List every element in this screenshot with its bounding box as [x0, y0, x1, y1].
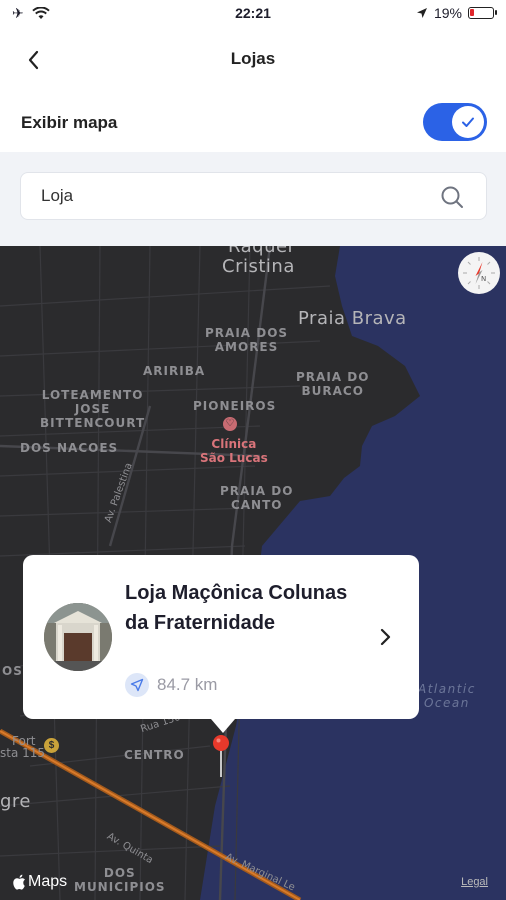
- location-arrow-icon: [416, 8, 427, 18]
- map-label-clinica: Clínica São Lucas: [200, 437, 268, 465]
- store-name: Loja Maçônica Colunas da Fraternidade: [125, 582, 348, 634]
- apple-icon: [13, 874, 25, 890]
- apple-maps-text: Maps: [28, 873, 68, 890]
- toggle-knob: [452, 106, 484, 138]
- compass-button[interactable]: N: [458, 252, 500, 294]
- store-callout-card[interactable]: Loja Maçônica Colunas da Fraternidade 84…: [23, 555, 419, 733]
- store-thumbnail: [44, 603, 112, 671]
- map-label-atlantic-ocean: Atlantic Ocean: [418, 682, 476, 710]
- apple-maps-logo: Maps: [12, 873, 67, 891]
- money-icon: $: [44, 738, 59, 753]
- map-label-ariribа: ARIRIBA: [143, 364, 206, 378]
- map-label-raquel: Raquel: [228, 246, 294, 257]
- map-label-cristina: Cristina: [222, 256, 295, 277]
- hospital-icon: ♡: [223, 417, 237, 431]
- battery-percent: 19%: [433, 5, 462, 21]
- map-label-dos-municipios: DOS MUNICIPIOS: [74, 866, 166, 894]
- map-pin-icon[interactable]: [210, 733, 232, 779]
- navigation-bar: Lojas: [0, 28, 506, 90]
- search-input[interactable]: [41, 173, 431, 219]
- battery-icon: [468, 7, 497, 19]
- search-box: [20, 172, 487, 220]
- compass-icon: N: [463, 257, 495, 289]
- navigation-arrow-icon: [125, 673, 149, 697]
- map-label-praia-dos-amores: PRAIA DOS AMORES: [205, 326, 289, 354]
- legal-link[interactable]: Legal: [461, 876, 488, 888]
- search-icon[interactable]: [440, 185, 464, 209]
- show-map-toggle[interactable]: [423, 103, 487, 141]
- check-icon: [462, 117, 474, 127]
- page-title: Lojas: [230, 49, 276, 68]
- map-label-centro: CENTRO: [124, 748, 185, 762]
- map-label-gre: gre: [0, 791, 32, 812]
- map-label-os: OS: [2, 664, 23, 678]
- map-label-dos-nacoes: DOS NACOES: [20, 441, 119, 455]
- map-label-praia-brava: Praia Brava: [298, 308, 407, 329]
- map-label-praia-do-canto: PRAIA DO CANTO: [220, 484, 294, 512]
- map-label-loteamento: LOTEAMENTO JOSE BITTENCOURT: [40, 388, 146, 430]
- svg-text:N: N: [481, 275, 486, 283]
- distance-value: 84.7 km: [157, 675, 218, 694]
- search-section: [0, 152, 506, 246]
- map-label-praia-do-buraco: PRAIA DO BURACO: [296, 370, 370, 398]
- map-label-pioneiros: PIONEIROS: [193, 399, 277, 413]
- store-distance: 84.7 km: [125, 673, 217, 697]
- show-map-label: Exibir mapa: [21, 113, 118, 132]
- map-label-sta-115: sta 115: [0, 746, 46, 760]
- show-map-row: Exibir mapa: [0, 90, 506, 152]
- status-bar: ✈ 22:21 19%: [0, 0, 506, 28]
- chevron-right-icon[interactable]: [379, 627, 393, 647]
